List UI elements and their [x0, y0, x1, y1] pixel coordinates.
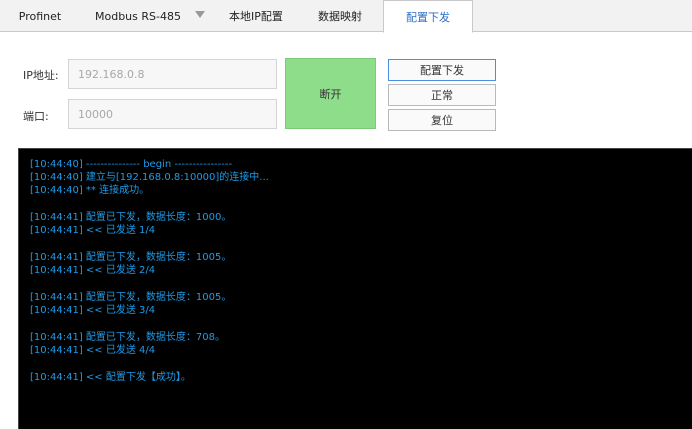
disconnect-button[interactable]: 断开	[285, 58, 376, 129]
chevron-down-icon[interactable]	[195, 11, 205, 18]
log-spacer	[30, 277, 692, 291]
log-line: [10:44:41] 配置已下发，数据长度：1005。	[30, 252, 232, 263]
tab-modbus-rs485[interactable]: Modbus RS-485	[86, 0, 190, 32]
tab-data-mapping[interactable]: 数据映射	[305, 0, 375, 32]
log-line: [10:44:41] << 已发送 1/4	[30, 225, 156, 236]
log-line: [10:44:41] << 已发送 4/4	[30, 345, 156, 356]
ip-address-input[interactable]	[68, 59, 277, 89]
port-input[interactable]	[68, 99, 277, 129]
log-line: [10:44:41] 配置已下发，数据长度：708。	[30, 332, 225, 343]
tab-profinet[interactable]: Profinet	[8, 0, 72, 32]
tab-config-deploy[interactable]: 配置下发	[383, 0, 473, 33]
port-label: 端口:	[23, 110, 49, 123]
log-line: [10:44:41] 配置已下发，数据长度：1005。	[30, 292, 232, 303]
log-spacer	[30, 317, 692, 331]
log-spacer	[30, 237, 692, 251]
normal-button[interactable]: 正常	[388, 84, 496, 106]
log-spacer	[30, 197, 692, 211]
deploy-config-button[interactable]: 配置下发	[388, 59, 496, 81]
log-line: [10:44:41] << 已发送 2/4	[30, 265, 156, 276]
log-console[interactable]: [10:44:40] --------------- begin -------…	[18, 148, 692, 429]
log-line: [10:44:40] ** 连接成功。	[30, 185, 150, 196]
ip-address-label: IP地址:	[23, 69, 59, 82]
tab-bar: Profinet Modbus RS-485 本地IP配置 数据映射 配置下发	[0, 0, 692, 33]
reset-button[interactable]: 复位	[388, 109, 496, 131]
log-line: [10:44:40] 建立与[192.168.0.8:10000]的连接中...	[30, 172, 269, 183]
log-line: [10:44:40] --------------- begin -------…	[30, 159, 233, 170]
tab-local-ip-config[interactable]: 本地IP配置	[218, 0, 294, 32]
log-line: [10:44:41] 配置已下发，数据长度：1000。	[30, 212, 232, 223]
log-line: [10:44:41] << 配置下发【成功】。	[30, 372, 191, 383]
log-spacer	[30, 357, 692, 371]
log-line: [10:44:41] << 已发送 3/4	[30, 305, 156, 316]
